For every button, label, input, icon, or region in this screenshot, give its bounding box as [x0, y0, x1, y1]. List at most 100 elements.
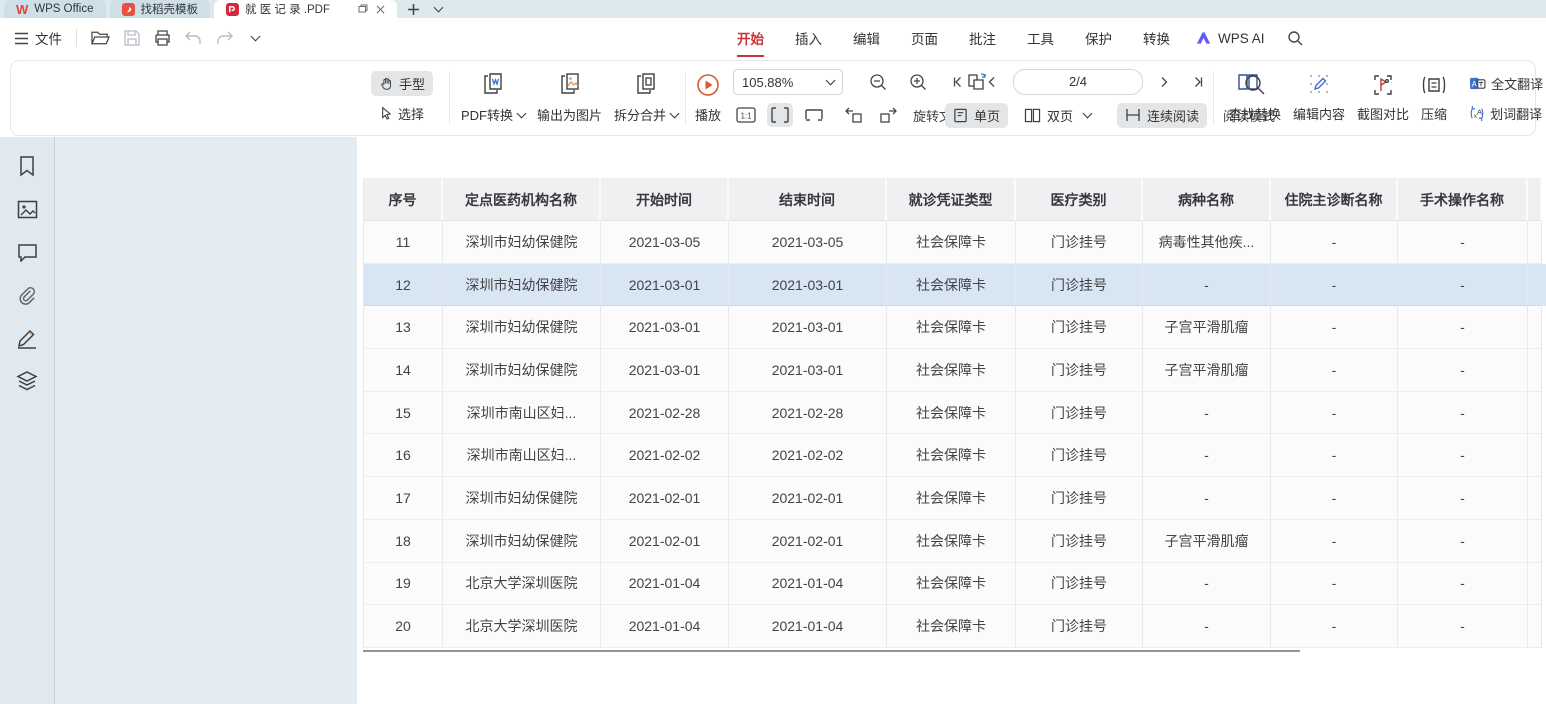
chevron-down-icon	[670, 108, 680, 118]
pdf-convert-button[interactable]: PDF转换	[455, 61, 531, 135]
tab-restore-icon[interactable]	[358, 4, 368, 14]
table-cell: -	[1143, 434, 1271, 477]
redo-button[interactable]	[216, 31, 233, 45]
table-cell: -	[1271, 264, 1398, 307]
split-merge-icon	[633, 72, 659, 98]
save-button[interactable]	[124, 30, 140, 46]
table-cell: -	[1143, 605, 1271, 648]
screenshot-compare-button[interactable]: 截图对比	[1351, 61, 1415, 135]
table-cell	[1542, 392, 1546, 435]
table-cell: 2021-02-28	[729, 392, 887, 435]
table-header-cell: 结束时间	[729, 178, 887, 221]
file-menu-label: 文件	[35, 28, 62, 48]
table-cell	[1528, 264, 1542, 307]
last-page-button[interactable]	[1185, 70, 1211, 94]
menu-item-2[interactable]: 编辑	[851, 26, 882, 50]
rotate-left-button[interactable]	[841, 103, 867, 127]
rotate-right-button[interactable]	[875, 103, 901, 127]
open-file-button[interactable]	[91, 30, 110, 46]
print-button[interactable]	[154, 30, 171, 46]
signature-icon[interactable]	[14, 325, 40, 351]
file-menu-button[interactable]: 文件	[14, 28, 62, 48]
menu-item-6[interactable]: 保护	[1083, 26, 1114, 50]
table-cell: -	[1271, 477, 1398, 520]
zoom-in-button[interactable]	[905, 70, 931, 94]
actual-size-button[interactable]: 1:1	[733, 103, 759, 127]
tab-docer-templates[interactable]: 找稻壳模板	[110, 0, 211, 18]
screenshot-compare-label: 截图对比	[1357, 104, 1409, 123]
menu-item-7[interactable]: 转换	[1141, 26, 1172, 50]
find-replace-button[interactable]: 查找替换	[1223, 61, 1287, 135]
menu-items: 开始 插入 编辑 页面 批注 工具 保护 转换	[735, 18, 1172, 58]
play-button[interactable]: 播放	[689, 61, 727, 135]
divider	[685, 71, 686, 125]
menu-item-1[interactable]: 插入	[793, 26, 824, 50]
document-page[interactable]: 序号定点医药机构名称开始时间结束时间就诊凭证类型医疗类别病种名称住院主诊断名称手…	[357, 137, 1546, 704]
thumbnail-icon[interactable]	[14, 196, 40, 222]
search-icon[interactable]	[1287, 30, 1303, 46]
menu-item-4[interactable]: 批注	[967, 26, 998, 50]
table-cell: 2021-01-04	[729, 563, 887, 606]
edit-content-button[interactable]: 编辑内容	[1287, 61, 1351, 135]
layers-icon[interactable]	[14, 368, 40, 394]
table-cell: 社会保障卡	[887, 563, 1016, 606]
tab-document[interactable]: 就 医 记 录 .PDF	[214, 0, 397, 18]
word-translate-button[interactable]: xA 划词翻译	[1461, 101, 1546, 126]
table-cell: -	[1271, 392, 1398, 435]
wps-ai-button[interactable]: WPS AI	[1196, 31, 1265, 46]
attachment-icon[interactable]	[14, 282, 40, 308]
table-cell: -	[1398, 477, 1528, 520]
table-cell: -	[1271, 306, 1398, 349]
double-page-button[interactable]: 双页	[1016, 103, 1099, 128]
menu-item-0[interactable]: 开始	[735, 26, 766, 50]
docer-icon	[122, 3, 135, 16]
table-cell: -	[1398, 520, 1528, 563]
table-cell	[1528, 477, 1542, 520]
single-page-icon	[953, 108, 968, 123]
table-cell: 深圳市妇幼保健院	[443, 477, 601, 520]
undo-button[interactable]	[185, 31, 202, 45]
fit-page-button[interactable]	[801, 103, 827, 127]
fit-width-button[interactable]	[767, 103, 793, 127]
tab-wps-office[interactable]: W WPS Office	[4, 0, 106, 18]
new-tab-button[interactable]	[407, 3, 420, 16]
zoom-out-button[interactable]	[865, 70, 891, 94]
tab-close-icon[interactable]	[376, 5, 385, 14]
previous-page-button[interactable]	[979, 70, 1005, 94]
table-cell: -	[1143, 477, 1271, 520]
menu-item-3[interactable]: 页面	[909, 26, 940, 50]
first-page-button[interactable]	[945, 70, 971, 94]
select-tool-button[interactable]: 选择	[371, 101, 433, 126]
table-cell	[1542, 306, 1546, 349]
page-number-input[interactable]: 2/4	[1013, 69, 1143, 95]
next-page-button[interactable]	[1151, 70, 1177, 94]
full-translate-button[interactable]: A 全文翻译	[1461, 71, 1546, 96]
table-cell	[1528, 306, 1542, 349]
table-cell: -	[1271, 605, 1398, 648]
export-image-button[interactable]: 输出为图片	[531, 61, 608, 135]
continuous-read-button[interactable]: 连续阅读	[1117, 103, 1207, 128]
zoom-level-select[interactable]: 105.88%	[733, 69, 843, 95]
tab-list-chevron-icon[interactable]	[434, 3, 444, 13]
table-cell: 2021-03-01	[729, 264, 887, 307]
play-icon	[695, 72, 721, 98]
table-cell: 15	[363, 392, 443, 435]
bookmark-icon[interactable]	[14, 153, 40, 179]
menu-item-5[interactable]: 工具	[1025, 26, 1056, 50]
quick-access-chevron-icon[interactable]	[251, 32, 261, 42]
toolbar: 手型 选择 PDF转换 输出为图片 拆分合并	[10, 60, 1536, 136]
split-merge-button[interactable]: 拆分合并	[608, 61, 684, 135]
table-cell: 社会保障卡	[887, 605, 1016, 648]
table-cell: 2021-02-01	[601, 477, 729, 520]
table-cell: -	[1398, 264, 1528, 307]
table-cell: 16	[363, 434, 443, 477]
table-header-cell: 医疗类别	[1016, 178, 1143, 221]
single-page-button[interactable]: 单页	[945, 103, 1008, 128]
hand-tool-button[interactable]: 手型	[371, 71, 433, 96]
table-cell: 社会保障卡	[887, 264, 1016, 307]
comment-icon[interactable]	[14, 239, 40, 265]
select-tool-label: 选择	[398, 104, 424, 123]
table-cell: -	[1143, 392, 1271, 435]
full-translate-label: 全文翻译	[1491, 74, 1543, 93]
compress-button[interactable]: 压缩	[1415, 61, 1453, 135]
